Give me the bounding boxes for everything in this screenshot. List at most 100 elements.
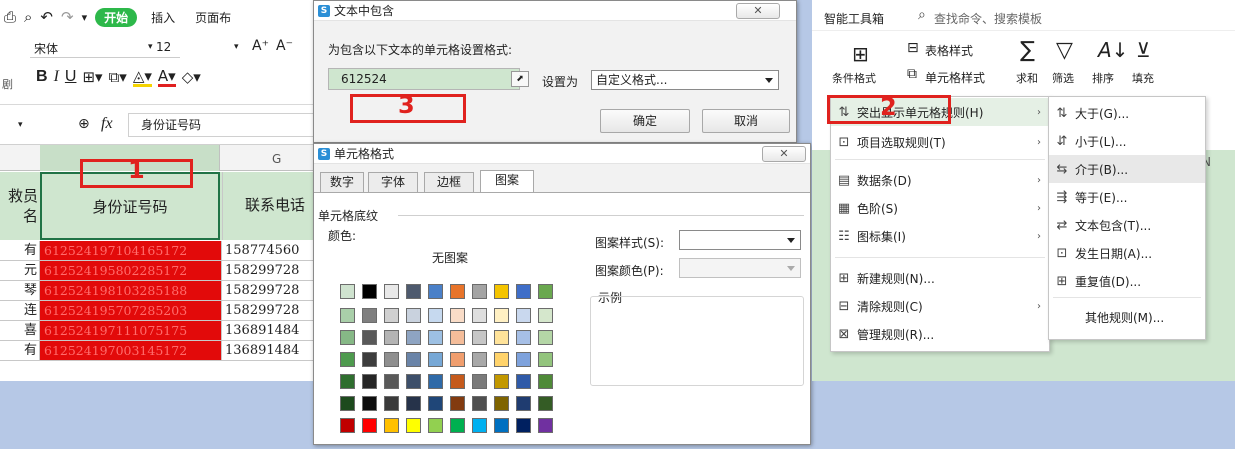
id-cell[interactable]: 612524197111075175 [40,321,222,341]
zoom-icon[interactable]: ⊕ [78,116,90,132]
color-swatch[interactable] [406,352,421,367]
submenu-item[interactable]: ⇶ 等于(E)... [1049,183,1205,211]
color-swatch[interactable] [428,284,443,299]
filter-button[interactable]: 筛选 [1052,70,1074,86]
bold-button[interactable]: B [36,68,48,86]
color-swatch[interactable] [538,308,553,323]
color-swatch[interactable] [428,418,443,433]
command-search-input[interactable]: 查找命令、搜索模板 [934,10,1042,27]
color-swatch[interactable] [428,308,443,323]
tab-insert[interactable]: 插入 [151,9,175,26]
eraser-icon[interactable]: ◇▾ [182,68,201,86]
redo-icon[interactable]: ↷ [61,8,74,26]
color-swatch[interactable] [450,330,465,345]
color-swatch[interactable] [384,418,399,433]
color-swatch[interactable] [538,330,553,345]
color-swatch[interactable] [384,396,399,411]
submenu-item[interactable]: ⊡ 发生日期(A)... [1049,239,1205,267]
color-swatch[interactable] [494,352,509,367]
color-swatch[interactable] [362,352,377,367]
color-swatch[interactable] [472,396,487,411]
color-swatch[interactable] [494,308,509,323]
sort-button[interactable]: 排序 [1092,70,1114,86]
cond-menu-item[interactable]: ⊡ 项目选取规则(T) › [831,128,1049,156]
color-swatch[interactable] [516,284,531,299]
font-name-combo[interactable]: 宋体 ▾ 12 [30,40,180,58]
color-swatch[interactable] [494,396,509,411]
id-cell[interactable]: 612524197104165172 [40,241,222,261]
quick-access-dropdown-icon[interactable]: ▾ [82,11,88,24]
color-swatch[interactable] [362,374,377,389]
tab-page-layout[interactable]: 页面布 [195,9,231,26]
cond-menu-item[interactable]: ☷ 图标集(I) › [831,222,1049,250]
name-cell[interactable]: 有 [0,341,40,361]
phone-cell[interactable]: 158774560 [222,241,313,261]
ok-button[interactable]: 确定 [600,109,690,133]
underline-button[interactable]: U [65,68,77,86]
color-swatch[interactable] [340,284,355,299]
color-swatch[interactable] [516,330,531,345]
color-swatch[interactable] [494,330,509,345]
column-header-g[interactable]: G [272,152,281,166]
print-preview-icon[interactable]: ⌕ [24,8,32,26]
conditional-format-button[interactable]: 条件格式 [832,70,876,86]
color-swatch[interactable] [472,352,487,367]
smart-toolbox-label[interactable]: 智能工具箱 [824,10,884,27]
color-swatch[interactable] [340,374,355,389]
cond-menu-item[interactable]: ▤ 数据条(D) › [831,166,1049,194]
tab-number[interactable]: 数字 [320,172,364,192]
color-swatch[interactable] [450,308,465,323]
color-swatch[interactable] [538,284,553,299]
cell-style-button[interactable]: 单元格样式 [925,69,985,86]
color-swatch[interactable] [538,374,553,389]
color-swatch[interactable] [494,418,509,433]
cond-menu-item[interactable]: ▦ 色阶(S) › [831,194,1049,222]
font-size-value[interactable]: 12 [156,40,171,54]
fill-color-icon[interactable]: ◬▾ [132,68,152,87]
color-swatch[interactable] [384,330,399,345]
phone-cell[interactable]: 158299728 [222,261,313,281]
format-select[interactable]: 自定义格式... [591,70,779,90]
phone-cell[interactable]: 136891484 [222,341,313,361]
cell-style-icon[interactable]: ⧉▾ [109,68,127,86]
color-swatch[interactable] [428,352,443,367]
color-swatch[interactable] [384,284,399,299]
color-swatch[interactable] [472,418,487,433]
no-pattern-button[interactable]: 无图案 [340,248,560,268]
name-cell[interactable]: 有 [0,241,40,261]
color-swatch[interactable] [362,308,377,323]
color-swatch[interactable] [494,374,509,389]
color-swatch[interactable] [362,284,377,299]
color-swatch[interactable] [538,418,553,433]
color-swatch[interactable] [494,284,509,299]
color-swatch[interactable] [340,418,355,433]
color-swatch[interactable] [384,352,399,367]
color-swatch[interactable] [472,308,487,323]
name-cell[interactable]: 琴 [0,281,40,301]
fill-button[interactable]: 填充 [1132,70,1154,86]
color-swatch[interactable] [428,374,443,389]
color-swatch[interactable] [340,396,355,411]
color-swatch[interactable] [340,330,355,345]
color-swatch[interactable] [406,284,421,299]
name-box-dropdown-icon[interactable]: ▾ [18,120,23,130]
submenu-item[interactable]: 其他规则(M)... [1049,303,1205,331]
phone-cell[interactable]: 158299728 [222,281,313,301]
formula-input[interactable]: 身份证号码 [128,113,313,137]
cancel-button[interactable]: 取消 [702,109,790,133]
submenu-item[interactable]: ⇅ 大于(G)... [1049,99,1205,127]
color-swatch[interactable] [450,352,465,367]
color-swatch[interactable] [340,352,355,367]
color-swatch[interactable] [450,418,465,433]
color-swatch[interactable] [362,396,377,411]
color-swatch[interactable] [340,308,355,323]
color-swatch[interactable] [450,396,465,411]
name-cell[interactable]: 元 [0,261,40,281]
name-cell[interactable]: 连 [0,301,40,321]
print-icon[interactable]: ⎙ [4,8,16,26]
tab-border[interactable]: 边框 [424,172,474,192]
id-cell[interactable]: 612524195707285203 [40,301,222,321]
color-swatch[interactable] [516,396,531,411]
color-swatch[interactable] [516,418,531,433]
cond-menu-item[interactable]: ⊟ 清除规则(C) › [831,292,1049,320]
